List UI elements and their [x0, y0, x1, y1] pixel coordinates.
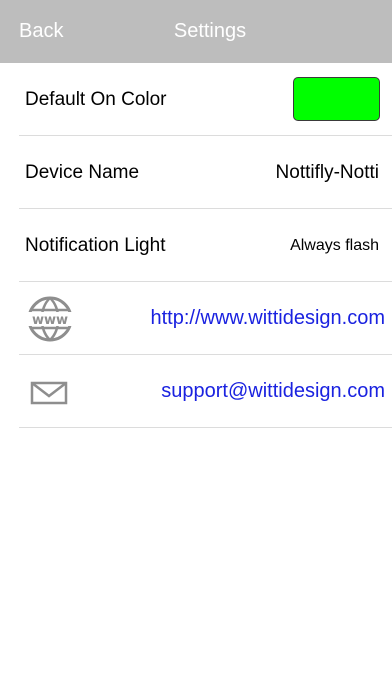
default-on-color-row[interactable]: Default On Color	[0, 63, 392, 136]
globe-www-icon: www	[26, 296, 74, 342]
svg-text:www: www	[32, 313, 68, 328]
website-link[interactable]: http://www.wittidesign.com	[150, 282, 385, 355]
device-name-label: Device Name	[25, 162, 140, 183]
email-link[interactable]: support@wittidesign.com	[161, 355, 385, 428]
color-swatch[interactable]	[293, 77, 380, 121]
navigation-bar: Back Settings	[0, 0, 392, 63]
website-row[interactable]: www http://www.wittidesign.com	[0, 282, 392, 355]
default-on-color-label: Default On Color	[25, 89, 167, 110]
notification-light-value[interactable]: Always flash	[290, 209, 379, 282]
separator	[19, 427, 392, 428]
notification-light-row[interactable]: Notification Light Always flash	[0, 209, 392, 282]
device-name-value[interactable]: Nottifly-Notti	[276, 136, 379, 209]
device-name-row[interactable]: Device Name Nottifly-Notti	[0, 136, 392, 209]
email-row[interactable]: support@wittidesign.com	[0, 355, 392, 428]
page-title: Settings	[173, 20, 247, 42]
envelope-icon	[30, 381, 68, 405]
notification-light-label: Notification Light	[25, 235, 166, 256]
